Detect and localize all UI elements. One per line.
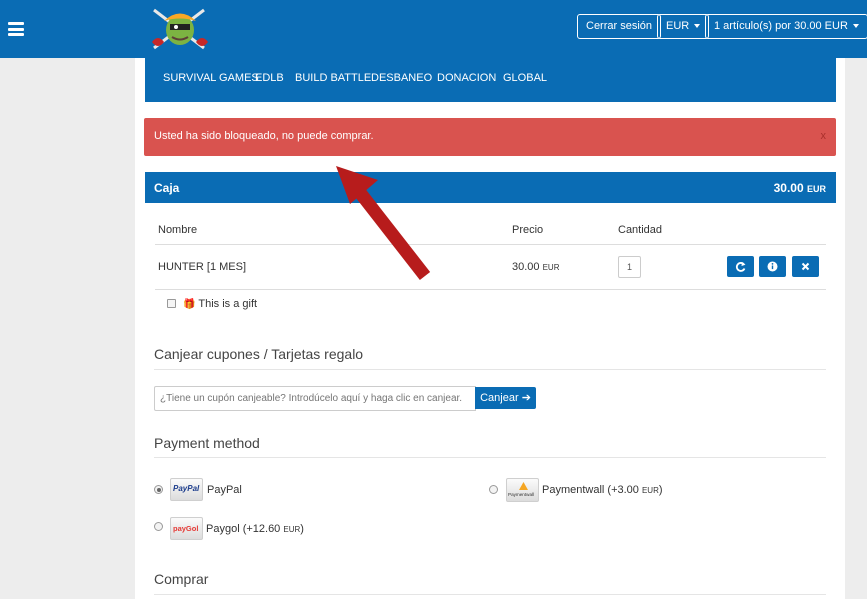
refresh-icon	[735, 262, 746, 272]
item-price: 30.00 EUR	[512, 261, 559, 273]
paymentwall-label-text: Paymentwall (+3.00	[542, 484, 642, 496]
column-header-name: Nombre	[158, 224, 198, 236]
redeem-label: Canjear	[480, 392, 519, 404]
hamburger-menu-icon[interactable]	[8, 22, 24, 36]
info-button[interactable]	[759, 256, 786, 277]
paygol-logo-text: payGol	[173, 524, 199, 533]
gift-checkbox[interactable]	[167, 299, 176, 308]
column-header-price: Precio	[512, 224, 544, 236]
paymentwall-logo-text: Paymentwall	[508, 492, 535, 497]
coupon-input[interactable]	[154, 386, 476, 411]
annotation-arrow-icon	[336, 166, 431, 280]
item-price-currency: EUR	[542, 263, 560, 272]
cart-total-amount: 30.00	[773, 181, 804, 195]
arrow-right-icon: ➔	[521, 392, 531, 404]
top-bar: Cerrar sesión EUR 1 artículo(s) por 30.0…	[0, 0, 867, 58]
gift-icon: 🎁	[183, 299, 196, 310]
remove-icon	[801, 262, 810, 271]
cart-total-currency: EUR	[806, 184, 826, 194]
alert-close-button[interactable]: x	[821, 130, 827, 142]
logout-button[interactable]: Cerrar sesión	[577, 14, 662, 39]
section-divider	[154, 594, 826, 595]
nav-item-build-battle[interactable]: BUILD BATTLE	[295, 72, 371, 84]
pirate-logo[interactable]	[150, 4, 210, 52]
paypal-label: PayPal	[207, 484, 242, 496]
paygol-label: Paygol (+12.60 EUR)	[206, 523, 304, 535]
nav-item-desbaneo[interactable]: DESBANEO	[371, 72, 432, 84]
alert-message: Usted ha sido bloqueado, no puede compra…	[154, 130, 374, 142]
column-header-quantity: Cantidad	[618, 224, 663, 236]
quantity-input[interactable]	[618, 256, 641, 278]
paymentwall-currency: EUR	[641, 486, 659, 495]
paygol-currency: EUR	[283, 525, 301, 534]
item-name: HUNTER [1 MES]	[158, 261, 247, 273]
item-price-amount: 30.00	[512, 261, 540, 273]
paygol-logo: payGol	[170, 517, 203, 540]
cart-dropdown[interactable]: 1 artículo(s) por 30.00 EUR	[705, 14, 867, 39]
nav-item-edlb[interactable]: EDLB	[255, 72, 284, 84]
category-nav: SURVIVAL GAMES EDLB BUILD BATTLE DESBANE…	[145, 58, 836, 102]
caret-down-icon	[852, 24, 859, 29]
remove-button[interactable]	[792, 256, 819, 277]
paygol-radio[interactable]	[154, 522, 163, 531]
paymentwall-logo: Paymentwall	[506, 478, 539, 502]
nav-item-survival-games[interactable]: SURVIVAL GAMES	[163, 72, 259, 84]
gift-option: 🎁 This is a gift	[167, 298, 257, 310]
coupon-section-title: Canjear cupones / Tarjetas regalo	[154, 346, 364, 362]
nav-item-donacion[interactable]: DONACION	[437, 72, 496, 84]
cart-total: 30.00 EUR	[774, 181, 826, 195]
nav-item-global[interactable]: GLOBAL	[503, 72, 547, 84]
paygol-label-tail: )	[300, 523, 304, 535]
paygol-label-text: Paygol (+12.60	[206, 523, 284, 535]
redeem-button[interactable]: Canjear ➔	[475, 387, 536, 409]
currency-dropdown[interactable]: EUR	[657, 14, 710, 39]
gift-label: This is a gift	[198, 298, 258, 310]
paymentwall-label-tail: )	[658, 484, 663, 496]
paypal-logo-text: PayPal	[173, 484, 200, 493]
cart-panel-header: Caja 30.00 EUR	[145, 172, 836, 203]
paypal-radio[interactable]	[154, 485, 163, 494]
paypal-logo: PayPal	[170, 478, 203, 501]
refresh-button[interactable]	[727, 256, 754, 277]
cart-summary-label: 1 artículo(s) por 30.00 EUR	[714, 20, 848, 32]
paymentwall-label: Paymentwall (+3.00 EUR)	[542, 484, 663, 496]
blocked-alert: Usted ha sido bloqueado, no puede compra…	[144, 118, 836, 156]
section-divider	[154, 457, 826, 458]
table-divider	[155, 244, 826, 245]
section-divider	[154, 369, 826, 370]
payment-section-title: Payment method	[154, 435, 260, 451]
purchase-section-title: Comprar	[154, 571, 209, 587]
info-icon	[767, 261, 778, 272]
paymentwall-radio[interactable]	[489, 485, 498, 494]
caret-down-icon	[694, 24, 701, 29]
cart-title: Caja	[154, 181, 180, 195]
currency-label: EUR	[666, 20, 690, 32]
table-divider	[155, 289, 826, 290]
